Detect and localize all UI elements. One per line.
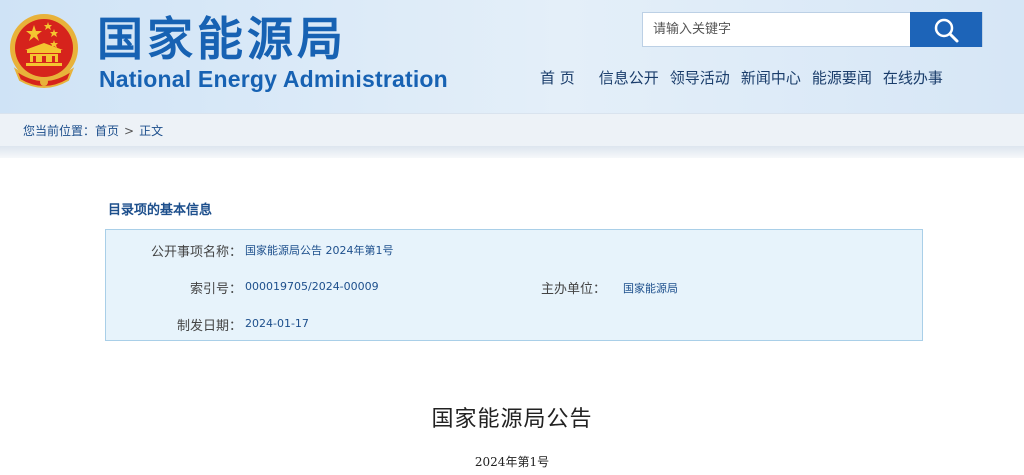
breadcrumb-separator: > [124, 124, 135, 138]
nav-item-home[interactable]: 首 页 [540, 66, 575, 92]
breadcrumb-prefix: 您当前位置： [23, 124, 96, 138]
nav-item-leader-activities[interactable]: 领导活动 [670, 66, 730, 92]
nav-item-news-center[interactable]: 新闻中心 [741, 66, 801, 92]
unit-value: 国家能源局 [623, 282, 678, 295]
national-emblem-icon [10, 14, 78, 88]
breadcrumb-home-link[interactable]: 首页 [95, 124, 119, 138]
search-button[interactable] [910, 12, 982, 47]
nav-item-online-services[interactable]: 在线办事 [883, 66, 943, 92]
index-value: 000019705/2024-00009 [245, 280, 379, 293]
document-number: 2024年第1号 [474, 455, 550, 469]
breadcrumb-divider [0, 146, 1024, 158]
breadcrumb-bar: 您当前位置：首页 > 正文 [0, 113, 1024, 146]
search-icon [934, 18, 959, 42]
search-box [642, 12, 983, 47]
unit-label: 主办单位： [540, 282, 606, 297]
search-input[interactable] [643, 13, 911, 46]
name-label: 公开事项名称： [150, 245, 242, 260]
document-title: 国家能源局公告 [431, 407, 593, 432]
main-content: 目录项的基本信息 公开事项名称： 国家能源局公告 2024年第1号 索引号： 0… [0, 158, 1024, 475]
section-title: 目录项的基本信息 [108, 203, 213, 218]
site-header: 国家能源局 National Energy Administration 首 页… [0, 0, 1024, 113]
main-nav: 首 页 信息公开 领导活动 新闻中心 能源要闻 在线办事 [540, 66, 943, 92]
site-logo-chinese[interactable]: 国家能源局 [97, 12, 347, 66]
index-label: 索引号： [189, 282, 242, 297]
info-table: 公开事项名称： 国家能源局公告 2024年第1号 索引号： 000019705/… [105, 229, 923, 341]
breadcrumb: 您当前位置：首页 > 正文 [23, 122, 163, 139]
name-value: 国家能源局公告 2024年第1号 [245, 244, 394, 257]
date-value: 2024-01-17 [245, 317, 309, 330]
nav-item-info-disclosure[interactable]: 信息公开 [599, 66, 659, 92]
breadcrumb-current: 正文 [139, 124, 164, 138]
site-logo-english[interactable]: National Energy Administration [99, 66, 448, 93]
nav-item-energy-news[interactable]: 能源要闻 [812, 66, 872, 92]
date-label: 制发日期： [176, 319, 242, 334]
